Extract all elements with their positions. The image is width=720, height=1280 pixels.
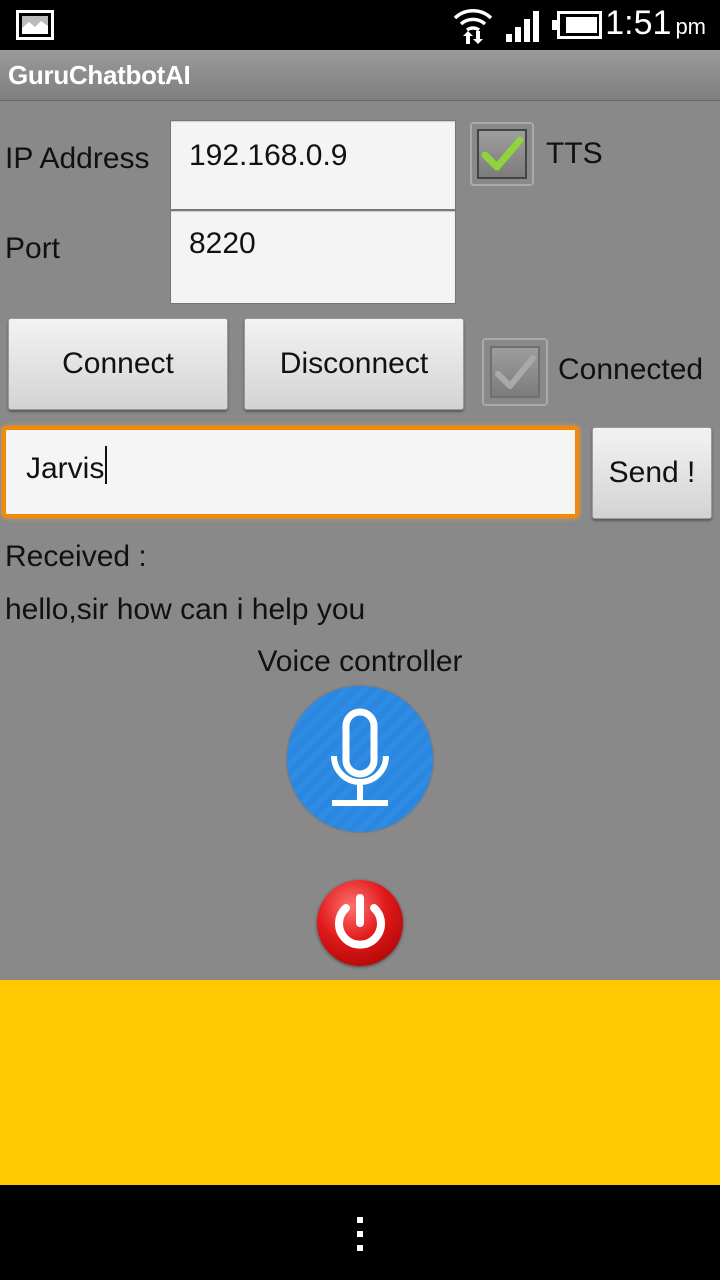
microphone-icon <box>331 708 389 806</box>
overflow-menu-icon[interactable] <box>350 1215 370 1255</box>
received-label: Received : <box>5 540 147 573</box>
connected-checkbox[interactable] <box>482 338 548 406</box>
connect-button[interactable]: Connect <box>8 318 228 410</box>
checkmark-icon <box>481 136 524 171</box>
connected-label: Connected <box>558 353 704 386</box>
send-button[interactable]: Send ! <box>592 427 712 519</box>
navigation-bar <box>0 1185 720 1280</box>
port-value: 8220 <box>189 227 256 260</box>
connected-checkbox-box <box>490 346 540 398</box>
voice-controller-label: Voice controller <box>257 645 463 678</box>
clock-ampm: pm <box>675 14 706 39</box>
checkmark-icon <box>495 355 536 389</box>
message-input[interactable]: Jarvis <box>2 426 579 518</box>
clock: 1:51 pm <box>605 4 706 43</box>
disconnect-button[interactable]: Disconnect <box>244 318 464 410</box>
power-icon <box>335 894 385 949</box>
ad-banner <box>0 980 720 1185</box>
app-title: GuruChatbotAI <box>8 60 191 90</box>
message-text: Jarvis <box>26 452 105 485</box>
ip-address-value: 192.168.0.9 <box>189 139 348 172</box>
tts-checkbox-box <box>477 129 527 179</box>
port-field[interactable]: 8220 <box>170 210 456 304</box>
app-title-bar: GuruChatbotAI <box>0 50 720 101</box>
status-bar: 1:51 pm <box>0 0 720 50</box>
signal-icon <box>506 11 539 42</box>
tts-checkbox[interactable] <box>470 122 534 186</box>
ip-address-label: IP Address <box>5 142 150 175</box>
tts-label: TTS <box>546 137 603 170</box>
wifi-icon <box>453 9 493 44</box>
power-button[interactable] <box>317 880 403 966</box>
ip-address-field[interactable]: 192.168.0.9 <box>170 120 456 210</box>
message-input-value: Jarvis <box>26 446 108 486</box>
port-label: Port <box>5 232 61 265</box>
received-text: hello,sir how can i help you <box>5 593 366 626</box>
text-cursor <box>105 446 108 484</box>
picture-icon <box>16 10 54 40</box>
battery-icon <box>552 11 602 39</box>
microphone-button[interactable] <box>287 686 433 832</box>
clock-time: 1:51 <box>605 4 672 42</box>
